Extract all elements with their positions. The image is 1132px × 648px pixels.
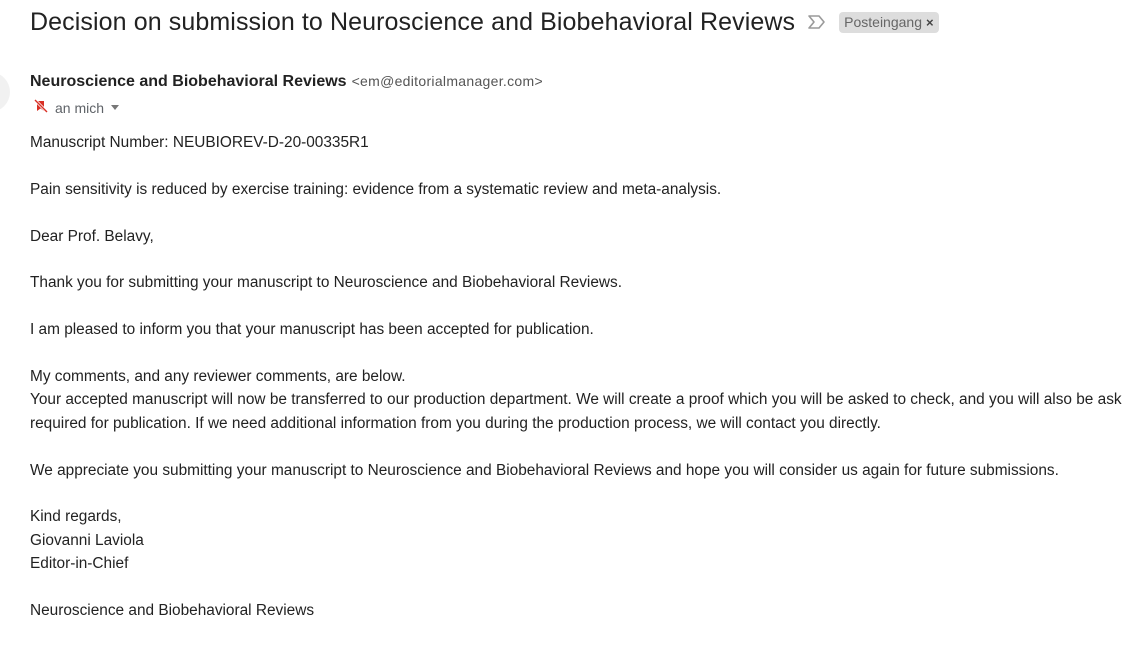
journal-signature: Neuroscience and Biobehavioral Reviews [30,602,315,619]
recipients-toggle[interactable]: an mich [33,98,120,117]
importance-marker-icon[interactable] [807,13,829,31]
editor-name: Giovanni Laviola [30,531,144,549]
editor-role: Editor-in-Chief [30,555,129,573]
sender-email: <em@editorialmanager.com> [351,73,543,89]
sender-row: Neuroscience and Biobehavioral Reviews <… [30,73,543,91]
chevron-down-icon[interactable] [111,105,120,110]
no-forward-icon [33,98,49,117]
label-chip-inbox[interactable]: Posteingang × [839,11,939,33]
appreciation-paragraph: We appreciate you submitting your manusc… [30,461,1059,479]
email-body: Manuscript Number: NEUBIOREV-D-20-00335R… [30,131,1132,622]
thanks-paragraph: Thank you for submitting your manuscript… [30,274,622,292]
recipient-text: an mich [55,99,105,116]
acceptance-paragraph: I am pleased to inform you that your man… [30,321,594,339]
sender-name[interactable]: Neuroscience and Biobehavioral Reviews [30,73,347,91]
label-chip-text: Posteingang [844,14,922,30]
salutation: Dear Prof. Belavy, [30,227,154,245]
sender-avatar [0,72,10,112]
subject-row: Decision on submission to Neuroscience a… [30,4,939,40]
manuscript-number: Manuscript Number: NEUBIOREV-D-20-00335R… [30,134,369,151]
production-line-1: Your accepted manuscript will now be tra… [30,391,1122,409]
email-subject: Decision on submission to Neuroscience a… [30,7,796,36]
paper-title: Pain sensitivity is reduced by exercise … [30,180,722,198]
remove-label-button[interactable]: × [926,15,934,30]
comments-intro: My comments, and any reviewer comments, … [30,367,406,385]
production-line-2: required for publication. If we need add… [30,414,881,432]
closing: Kind regards, [30,508,122,526]
